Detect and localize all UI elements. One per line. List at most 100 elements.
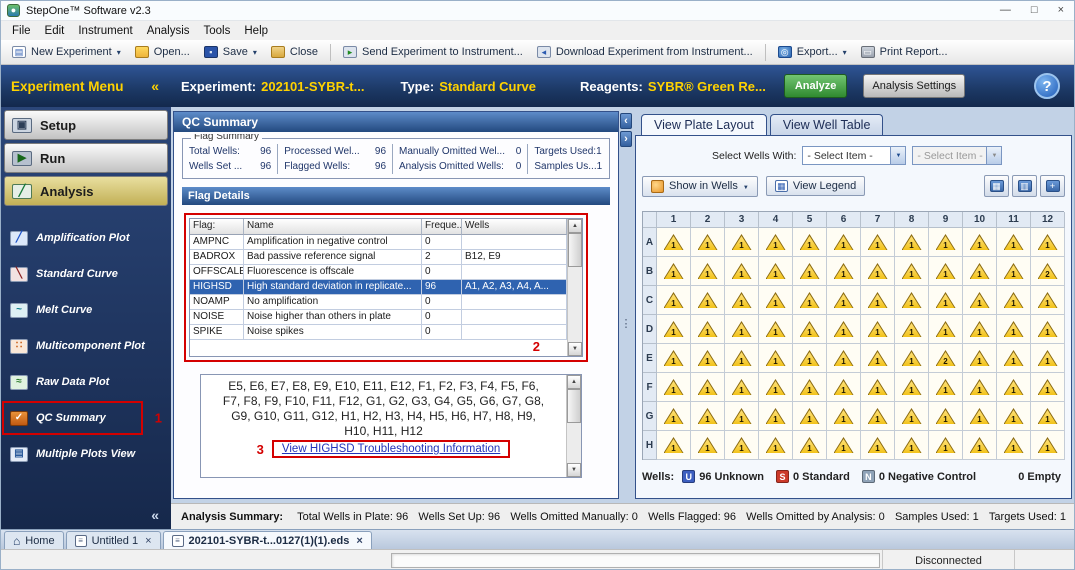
- well-G7[interactable]: 1: [861, 402, 895, 431]
- flag-table-column-header[interactable]: Name: [244, 219, 422, 235]
- plate-column-header-10[interactable]: 10: [963, 212, 997, 228]
- flag-table-row-badrox[interactable]: BADROXBad passive reference signal2B12, …: [190, 250, 567, 265]
- collapse-sidebar-chevron[interactable]: «: [151, 507, 159, 523]
- flag-table-column-header[interactable]: Wells: [462, 219, 567, 235]
- collapse-menu-chevron-icon[interactable]: «: [151, 78, 159, 94]
- flag-table-row-noamp[interactable]: NOAMPNo amplification0: [190, 295, 567, 310]
- save-button[interactable]: ▪Save: [198, 44, 263, 60]
- well-B12[interactable]: 2: [1031, 257, 1065, 286]
- well-A6[interactable]: 1: [827, 228, 861, 257]
- collapse-left-icon[interactable]: [620, 113, 632, 129]
- well-E6[interactable]: 1: [827, 344, 861, 373]
- collapse-right-icon[interactable]: [620, 131, 632, 147]
- well-E8[interactable]: 1: [895, 344, 929, 373]
- well-H12[interactable]: 1: [1031, 431, 1065, 460]
- tab-view-plate-layout[interactable]: View Plate Layout: [641, 114, 767, 136]
- flag-table-row-noise[interactable]: NOISENoise higher than others in plate0: [190, 310, 567, 325]
- well-D6[interactable]: 1: [827, 315, 861, 344]
- well-G6[interactable]: 1: [827, 402, 861, 431]
- sidebar-item-multiple-plots-view[interactable]: ▤Multiple Plots View: [1, 436, 171, 472]
- plate-column-header-1[interactable]: 1: [657, 212, 691, 228]
- plate-column-header-11[interactable]: 11: [997, 212, 1031, 228]
- tab-experiment-file[interactable]: ≡202101-SYBR-t...0127(1)(1).eds: [163, 531, 372, 549]
- well-G2[interactable]: 1: [691, 402, 725, 431]
- menu-item-file[interactable]: File: [5, 23, 38, 39]
- plate-column-header-6[interactable]: 6: [827, 212, 861, 228]
- well-F8[interactable]: 1: [895, 373, 929, 402]
- tab-close-icon[interactable]: [143, 535, 151, 547]
- well-H2[interactable]: 1: [691, 431, 725, 460]
- well-C7[interactable]: 1: [861, 286, 895, 315]
- well-F3[interactable]: 1: [725, 373, 759, 402]
- well-G9[interactable]: 1: [929, 402, 963, 431]
- minimize-button[interactable]: —: [1000, 5, 1011, 16]
- sidebar-item-multicomponent-plot[interactable]: ∷Multicomponent Plot: [1, 328, 171, 364]
- well-G11[interactable]: 1: [997, 402, 1031, 431]
- well-E2[interactable]: 1: [691, 344, 725, 373]
- flag-table-column-header[interactable]: Freque...: [422, 219, 462, 235]
- export-button[interactable]: ◎Export...: [772, 44, 853, 60]
- well-E9[interactable]: 2: [929, 344, 963, 373]
- plate-row-header-D[interactable]: D: [643, 315, 657, 344]
- flag-table-column-header[interactable]: Flag:: [190, 219, 244, 235]
- well-F5[interactable]: 1: [793, 373, 827, 402]
- plate-row-header-E[interactable]: E: [643, 344, 657, 373]
- sidebar-item-qc-summary[interactable]: ✓QC Summary1: [1, 400, 171, 436]
- sidebar-item-amplification-plot[interactable]: ╱Amplification Plot: [1, 220, 171, 256]
- show-in-wells-button[interactable]: Show in Wells: [642, 176, 758, 197]
- well-F9[interactable]: 1: [929, 373, 963, 402]
- help-icon[interactable]: ?: [1034, 73, 1060, 99]
- well-B2[interactable]: 1: [691, 257, 725, 286]
- well-D12[interactable]: 1: [1031, 315, 1065, 344]
- well-B7[interactable]: 1: [861, 257, 895, 286]
- close-button[interactable]: Close: [265, 44, 324, 60]
- well-D9[interactable]: 1: [929, 315, 963, 344]
- well-C6[interactable]: 1: [827, 286, 861, 315]
- well-A11[interactable]: 1: [997, 228, 1031, 257]
- well-G3[interactable]: 1: [725, 402, 759, 431]
- well-B10[interactable]: 1: [963, 257, 997, 286]
- well-H6[interactable]: 1: [827, 431, 861, 460]
- plate-column-header-3[interactable]: 3: [725, 212, 759, 228]
- well-D11[interactable]: 1: [997, 315, 1031, 344]
- well-F7[interactable]: 1: [861, 373, 895, 402]
- flag-table-row-ampnc[interactable]: AMPNCAmplification in negative control0: [190, 235, 567, 250]
- well-D7[interactable]: 1: [861, 315, 895, 344]
- well-F4[interactable]: 1: [759, 373, 793, 402]
- well-A2[interactable]: 1: [691, 228, 725, 257]
- well-A5[interactable]: 1: [793, 228, 827, 257]
- well-C4[interactable]: 1: [759, 286, 793, 315]
- plate-column-header-8[interactable]: 8: [895, 212, 929, 228]
- well-C8[interactable]: 1: [895, 286, 929, 315]
- well-B8[interactable]: 1: [895, 257, 929, 286]
- well-D1[interactable]: 1: [657, 315, 691, 344]
- open-button[interactable]: Open...: [129, 44, 196, 60]
- plate-column-header-12[interactable]: 12: [1031, 212, 1065, 228]
- menu-item-instrument[interactable]: Instrument: [71, 23, 139, 39]
- plate-column-header-7[interactable]: 7: [861, 212, 895, 228]
- plate-row-header-F[interactable]: F: [643, 373, 657, 402]
- well-E12[interactable]: 1: [1031, 344, 1065, 373]
- menu-item-tools[interactable]: Tools: [197, 23, 238, 39]
- well-D8[interactable]: 1: [895, 315, 929, 344]
- panel-splitter[interactable]: [619, 111, 633, 499]
- well-C10[interactable]: 1: [963, 286, 997, 315]
- flag-table-row-spike[interactable]: SPIKENoise spikes0: [190, 325, 567, 340]
- sidebar-button-run[interactable]: ▶Run: [4, 143, 168, 173]
- menu-item-edit[interactable]: Edit: [38, 23, 72, 39]
- well-E4[interactable]: 1: [759, 344, 793, 373]
- tab-view-well-table[interactable]: View Well Table: [770, 114, 884, 135]
- send-experiment-button[interactable]: ▸Send Experiment to Instrument...: [337, 44, 529, 60]
- well-H4[interactable]: 1: [759, 431, 793, 460]
- sidebar-item-standard-curve[interactable]: ╲Standard Curve: [1, 256, 171, 292]
- well-E10[interactable]: 1: [963, 344, 997, 373]
- well-G4[interactable]: 1: [759, 402, 793, 431]
- well-C9[interactable]: 1: [929, 286, 963, 315]
- sidebar-item-melt-curve[interactable]: ~Melt Curve: [1, 292, 171, 328]
- well-H11[interactable]: 1: [997, 431, 1031, 460]
- well-E5[interactable]: 1: [793, 344, 827, 373]
- well-E1[interactable]: 1: [657, 344, 691, 373]
- analysis-settings-button[interactable]: Analysis Settings: [863, 74, 965, 98]
- well-E3[interactable]: 1: [725, 344, 759, 373]
- well-F10[interactable]: 1: [963, 373, 997, 402]
